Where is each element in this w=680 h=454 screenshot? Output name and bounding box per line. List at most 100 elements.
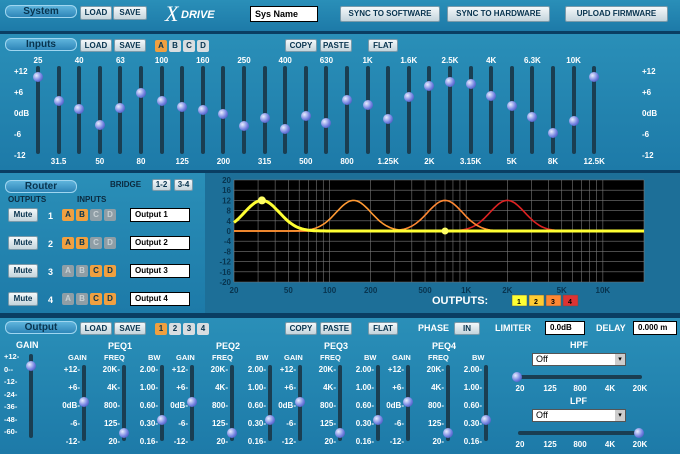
lpf-select[interactable]: Off ▾	[532, 409, 626, 422]
gain-scale-label: -12-	[4, 377, 18, 386]
geq-slider-knob[interactable]	[548, 127, 558, 138]
mute-button[interactable]: Mute	[8, 208, 38, 222]
output-name-field[interactable]: Output 3	[130, 264, 190, 278]
geq-slider-knob[interactable]	[94, 120, 105, 131]
inputs-load-button[interactable]: LOAD	[80, 39, 112, 52]
graph-y-tick: 16	[222, 186, 231, 195]
route-input-b[interactable]: B	[76, 209, 88, 221]
inputs-copy-button[interactable]: COPY	[285, 39, 317, 52]
system-save-button[interactable]: SAVE	[113, 6, 147, 20]
geq-slider-knob[interactable]	[506, 100, 517, 111]
geq-slider-knob[interactable]	[177, 101, 188, 112]
peq-scale-label: 0.16-	[139, 437, 158, 446]
route-input-b[interactable]: B	[76, 265, 88, 277]
route-input-c[interactable]: C	[90, 265, 102, 277]
geq-slider-knob[interactable]	[156, 96, 167, 107]
output-name-field[interactable]: Output 2	[130, 236, 190, 250]
route-input-d[interactable]: D	[104, 237, 116, 249]
route-input-a[interactable]: A	[62, 265, 74, 277]
route-input-a[interactable]: A	[62, 293, 74, 305]
route-input-a[interactable]: A	[62, 237, 74, 249]
limiter-field[interactable]: 0.0dB	[545, 321, 585, 335]
upload-firmware-button[interactable]: UPLOAD FIRMWARE	[565, 6, 668, 22]
geq-freq-label: 2.5K	[441, 56, 459, 65]
route-input-d[interactable]: D	[104, 265, 116, 277]
peq-slider-knob[interactable]	[481, 415, 491, 425]
system-name-field[interactable]: Sys Name	[250, 6, 318, 22]
route-input-b[interactable]: B	[76, 293, 88, 305]
router-tab[interactable]: Router	[5, 180, 77, 193]
output-load-button[interactable]: LOAD	[80, 322, 112, 335]
inputs-save-button[interactable]: SAVE	[114, 39, 146, 52]
inputs-paste-button[interactable]: PASTE	[320, 39, 352, 52]
geq-slider-knob[interactable]	[445, 77, 455, 87]
output-channel-4-button[interactable]: 4	[197, 323, 209, 335]
geq-slider-knob[interactable]	[280, 123, 291, 134]
graph-x-tick: 200	[364, 286, 378, 295]
peq-slider-knob[interactable]	[119, 428, 129, 438]
peq-slider-knob[interactable]	[295, 397, 305, 407]
route-input-c[interactable]: C	[90, 293, 102, 305]
output-channel-3-button[interactable]: 3	[183, 323, 195, 335]
peq-slider-knob[interactable]	[187, 397, 197, 407]
output-channel-2-button[interactable]: 2	[169, 323, 181, 335]
peq-slider-knob[interactable]	[403, 397, 413, 407]
geq-slider-knob[interactable]	[300, 110, 311, 121]
route-input-d[interactable]: D	[104, 293, 116, 305]
geq-slider-knob[interactable]	[568, 115, 579, 126]
inputs-tab[interactable]: Inputs	[5, 38, 77, 51]
output-save-button[interactable]: SAVE	[114, 322, 146, 335]
geq-slider-knob[interactable]	[33, 71, 43, 82]
geq-freq-label: 200	[216, 157, 231, 166]
output-channel-1-button[interactable]: 1	[155, 323, 167, 335]
bridge-1-2-button[interactable]: 1-2	[152, 179, 171, 191]
phase-in-button[interactable]: IN	[454, 322, 480, 335]
peq-slider-knob[interactable]	[79, 397, 89, 407]
sync-to-hardware-button[interactable]: SYNC TO HARDWARE	[447, 6, 550, 22]
mute-button[interactable]: Mute	[8, 292, 38, 306]
hpf-slider-track	[518, 375, 642, 379]
delay-field[interactable]: 0.000 m	[633, 321, 677, 335]
route-input-c[interactable]: C	[90, 209, 102, 221]
peq-scale-label: +6-	[68, 383, 80, 392]
mute-button[interactable]: Mute	[8, 264, 38, 278]
output-paste-button[interactable]: PASTE	[320, 322, 352, 335]
input-channel-d-button[interactable]: D	[197, 40, 209, 52]
route-input-a[interactable]: A	[62, 209, 74, 221]
peq-scale-label: 800-	[103, 401, 120, 410]
geq-slider-knob[interactable]	[342, 94, 352, 105]
route-input-b[interactable]: B	[76, 237, 88, 249]
geq-slider-knob[interactable]	[53, 96, 64, 107]
bridge-3-4-button[interactable]: 3-4	[174, 179, 193, 191]
peq-scale-label: 0.60-	[463, 401, 482, 410]
route-input-d[interactable]: D	[104, 209, 116, 221]
peq-slider-knob[interactable]	[443, 428, 453, 438]
geq-slider-knob[interactable]	[465, 79, 476, 90]
output-tab[interactable]: Output	[5, 321, 77, 334]
route-input-c[interactable]: C	[90, 237, 102, 249]
mute-button[interactable]: Mute	[8, 236, 38, 250]
system-tab[interactable]: System	[5, 5, 77, 18]
geq-slider-knob[interactable]	[589, 71, 600, 82]
output-name-field[interactable]: Output 4	[130, 292, 190, 306]
output-flat-button[interactable]: FLAT	[368, 322, 398, 335]
peq-slider-knob[interactable]	[227, 428, 237, 438]
hpf-slider-knob[interactable]	[512, 372, 522, 382]
geq-slider-knob[interactable]	[197, 105, 208, 115]
gain-slider-knob[interactable]	[26, 361, 36, 371]
geq-slider-track	[386, 66, 391, 154]
peq-slider-knob[interactable]	[335, 428, 345, 438]
geq-slider-knob[interactable]	[259, 112, 270, 123]
graph-y-tick: 0	[227, 227, 232, 236]
hpf-select[interactable]: Off ▾	[532, 353, 626, 366]
output-name-field[interactable]: Output 1	[130, 208, 190, 222]
lpf-slider-knob[interactable]	[634, 428, 644, 438]
input-channel-c-button[interactable]: C	[183, 40, 195, 52]
inputs-flat-button[interactable]: FLAT	[368, 39, 398, 52]
system-load-button[interactable]: LOAD	[80, 6, 112, 20]
sync-to-software-button[interactable]: SYNC TO SOFTWARE	[340, 6, 440, 22]
graph-x-tick: 20	[230, 286, 239, 295]
input-channel-a-button[interactable]: A	[155, 40, 167, 52]
output-copy-button[interactable]: COPY	[285, 322, 317, 335]
input-channel-b-button[interactable]: B	[169, 40, 181, 52]
